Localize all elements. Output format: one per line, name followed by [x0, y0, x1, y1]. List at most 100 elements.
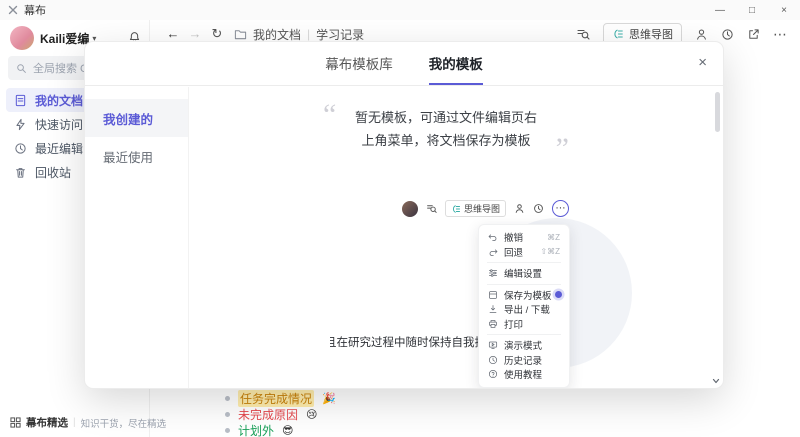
- nav-buttons: ← → ↻: [164, 26, 226, 42]
- modal-side-panel: 我创建的 最近使用: [85, 87, 189, 388]
- list-item[interactable]: 计划外 😎: [225, 422, 336, 437]
- menu-label: 演示模式: [504, 338, 542, 352]
- breadcrumb-current: 学习记录: [316, 26, 364, 43]
- bullet-text[interactable]: 计划外: [238, 422, 274, 437]
- sidebar-footer[interactable]: 幕布精选 | 知识干货，尽在精选: [10, 415, 166, 430]
- sidebar-item-label: 最近编辑: [35, 140, 83, 157]
- more-icon-highlighted: ⋯: [552, 200, 569, 217]
- side-item-created-by-me[interactable]: 我创建的: [85, 99, 188, 137]
- print-icon: [488, 319, 499, 329]
- menu-item-print: 打印: [479, 317, 569, 332]
- collaborate-icon: [514, 203, 525, 214]
- avatar: [402, 201, 418, 217]
- lightning-icon: [14, 118, 27, 131]
- scrollbar-thumb[interactable]: [715, 92, 720, 132]
- menu-label: 编辑设置: [504, 266, 542, 280]
- sidebar-item-label: 回收站: [35, 164, 71, 181]
- list-item[interactable]: 未完成原因 😢: [225, 406, 336, 422]
- menu-shortcut: ⌘Z: [547, 233, 560, 242]
- menu-item-history: 历史记录: [479, 353, 569, 368]
- template-icon: [488, 290, 499, 300]
- play-icon: [488, 340, 499, 350]
- bullet-emoji: 😎: [282, 424, 293, 437]
- user-menu[interactable]: Kaili爱编 ▾: [10, 26, 96, 50]
- menu-item-edit-settings: 编辑设置: [479, 266, 569, 281]
- scroll-down-icon[interactable]: [711, 376, 721, 386]
- menu-item-tutorial: 使用教程: [479, 367, 569, 382]
- menu-label: 使用教程: [504, 367, 542, 381]
- breadcrumb-folder[interactable]: 我的文档: [253, 26, 301, 43]
- empty-state-text: “ 暂无模板，可通过文件编辑页右 上角菜单，将文档保存为模板 ”: [355, 106, 537, 152]
- sidebar-item-label: 快速访问: [35, 116, 83, 133]
- tab-template-library[interactable]: 幕布模板库: [325, 42, 393, 85]
- bullet-icon[interactable]: [225, 396, 230, 401]
- menu-label: 保存为模板: [504, 288, 552, 302]
- history-icon[interactable]: [721, 28, 734, 41]
- document-icon: [14, 94, 27, 107]
- menu-item-save-as-template: 保存为模板: [479, 288, 569, 303]
- forward-button[interactable]: →: [186, 26, 204, 42]
- help-icon: [488, 369, 499, 379]
- empty-line-1: 暂无模板，可通过文件编辑页右: [355, 106, 537, 129]
- user-name: Kaili爱编: [40, 30, 89, 47]
- download-icon: [488, 304, 499, 314]
- empty-line-2: 上角菜单，将文档保存为模板: [355, 129, 537, 152]
- list-item[interactable]: 任务完成情况 🎉: [225, 390, 336, 406]
- menu-shortcut: ⇧⌘Z: [540, 247, 560, 256]
- close-button[interactable]: ×: [768, 0, 800, 20]
- share-icon[interactable]: [747, 28, 760, 41]
- folder-icon: [234, 28, 247, 41]
- bullet-text[interactable]: 任务完成情况: [238, 390, 314, 407]
- menu-label: 回退: [504, 245, 523, 259]
- sidebar-item-label: 我的文档: [35, 92, 83, 109]
- undo-icon: [488, 232, 499, 242]
- footer-brand: 幕布精选: [26, 415, 68, 430]
- templates-modal: 幕布模板库 我的模板 × 我创建的 最近使用 “ 暂无模板，可通过文件编辑页右 …: [85, 42, 723, 388]
- footer-tagline: 知识干货，尽在精选: [81, 416, 167, 430]
- mindmap-label: 思维导图: [464, 202, 500, 215]
- menu-item-export-download: 导出 / 下载: [479, 302, 569, 317]
- menu-divider: [487, 284, 561, 285]
- menu-divider: [487, 334, 561, 335]
- trash-icon: [14, 166, 27, 179]
- side-item-recently-used[interactable]: 最近使用: [85, 137, 188, 175]
- illustration-background-text: 且在研究过程中随时保持自我批: [330, 334, 486, 350]
- more-icon[interactable]: ⋯: [773, 26, 788, 43]
- guide-illustration: 且在研究过程中随时保持自我批 思维导图 ⋯: [330, 194, 711, 388]
- history-icon: [488, 355, 499, 365]
- mindmap-toggle-button: 思维导图: [445, 200, 506, 217]
- menu-divider: [487, 262, 561, 263]
- refresh-button[interactable]: ↻: [208, 26, 226, 42]
- outline-search-icon: [426, 203, 437, 214]
- outline-search-icon[interactable]: [576, 27, 590, 41]
- search-icon: [16, 63, 27, 74]
- quote-open: “: [323, 100, 336, 130]
- bullet-icon[interactable]: [225, 428, 230, 433]
- back-button[interactable]: ←: [164, 26, 182, 42]
- modal-tabs: 幕布模板库 我的模板: [85, 42, 723, 86]
- breadcrumb-divider: |: [307, 27, 310, 41]
- editor-more-menu: 撤销 ⌘Z 回退 ⇧⌘Z 编辑设置: [478, 224, 570, 388]
- mindmap-icon: [451, 204, 461, 214]
- sliders-icon: [488, 268, 499, 278]
- footer-divider: |: [73, 417, 76, 428]
- menu-label: 撤销: [504, 230, 523, 244]
- menu-item-redo: 回退 ⇧⌘Z: [479, 245, 569, 260]
- minimize-button[interactable]: —: [704, 0, 736, 20]
- mindmap-label: 思维导图: [629, 26, 673, 42]
- bullet-text[interactable]: 未完成原因: [238, 406, 298, 423]
- modal-close-icon[interactable]: ×: [698, 54, 707, 71]
- maximize-button[interactable]: □: [736, 0, 768, 20]
- window-title: 幕布: [24, 2, 46, 18]
- menu-label: 打印: [504, 317, 523, 331]
- quote-close: ”: [556, 134, 569, 164]
- bullet-emoji: 🎉: [322, 392, 336, 405]
- tab-my-templates[interactable]: 我的模板: [429, 42, 483, 85]
- bullet-icon[interactable]: [225, 412, 230, 417]
- collaborate-icon[interactable]: [695, 28, 708, 41]
- user-avatar[interactable]: [10, 26, 34, 50]
- bullet-emoji: 😢: [306, 408, 317, 421]
- empty-state: “ 暂无模板，可通过文件编辑页右 上角菜单，将文档保存为模板 ”: [189, 106, 703, 152]
- redo-icon: [488, 247, 499, 257]
- illustration-toolbar: 思维导图 ⋯: [402, 200, 569, 217]
